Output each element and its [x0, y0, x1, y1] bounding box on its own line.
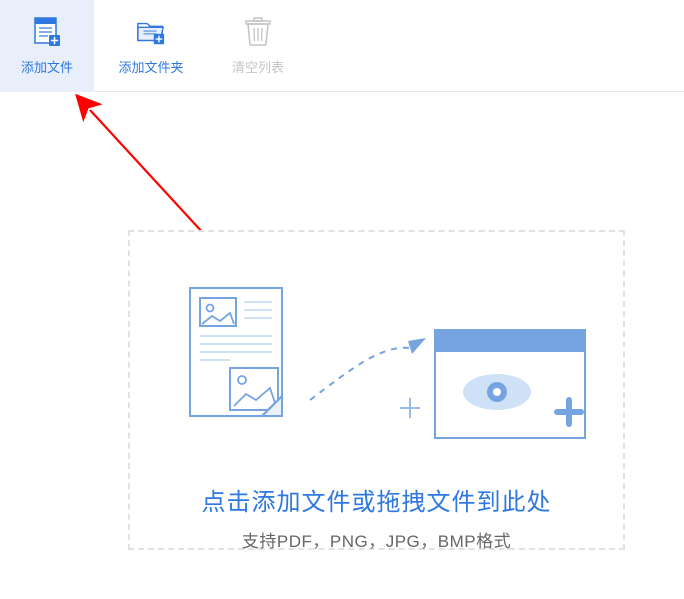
trash-icon — [243, 17, 273, 47]
toolbar: 添加文件 添加文件夹 — [0, 0, 684, 92]
clear-list-button[interactable]: 清空列表 — [208, 0, 308, 92]
add-folder-button[interactable]: 添加文件夹 — [94, 0, 208, 92]
add-file-icon — [32, 17, 62, 47]
dropzone[interactable]: 点击添加文件或拖拽文件到此处 支持PDF，PNG，JPG，BMP格式 — [128, 230, 625, 550]
dropzone-graphic — [130, 270, 623, 470]
clear-list-label: 清空列表 — [232, 57, 284, 76]
dropzone-title: 点击添加文件或拖拽文件到此处 — [202, 482, 552, 517]
add-file-button[interactable]: 添加文件 — [0, 0, 94, 92]
dropzone-subtitle: 支持PDF，PNG，JPG，BMP格式 — [242, 527, 511, 552]
add-folder-label: 添加文件夹 — [118, 57, 183, 76]
add-folder-icon — [136, 17, 166, 47]
add-file-label: 添加文件 — [21, 57, 73, 76]
